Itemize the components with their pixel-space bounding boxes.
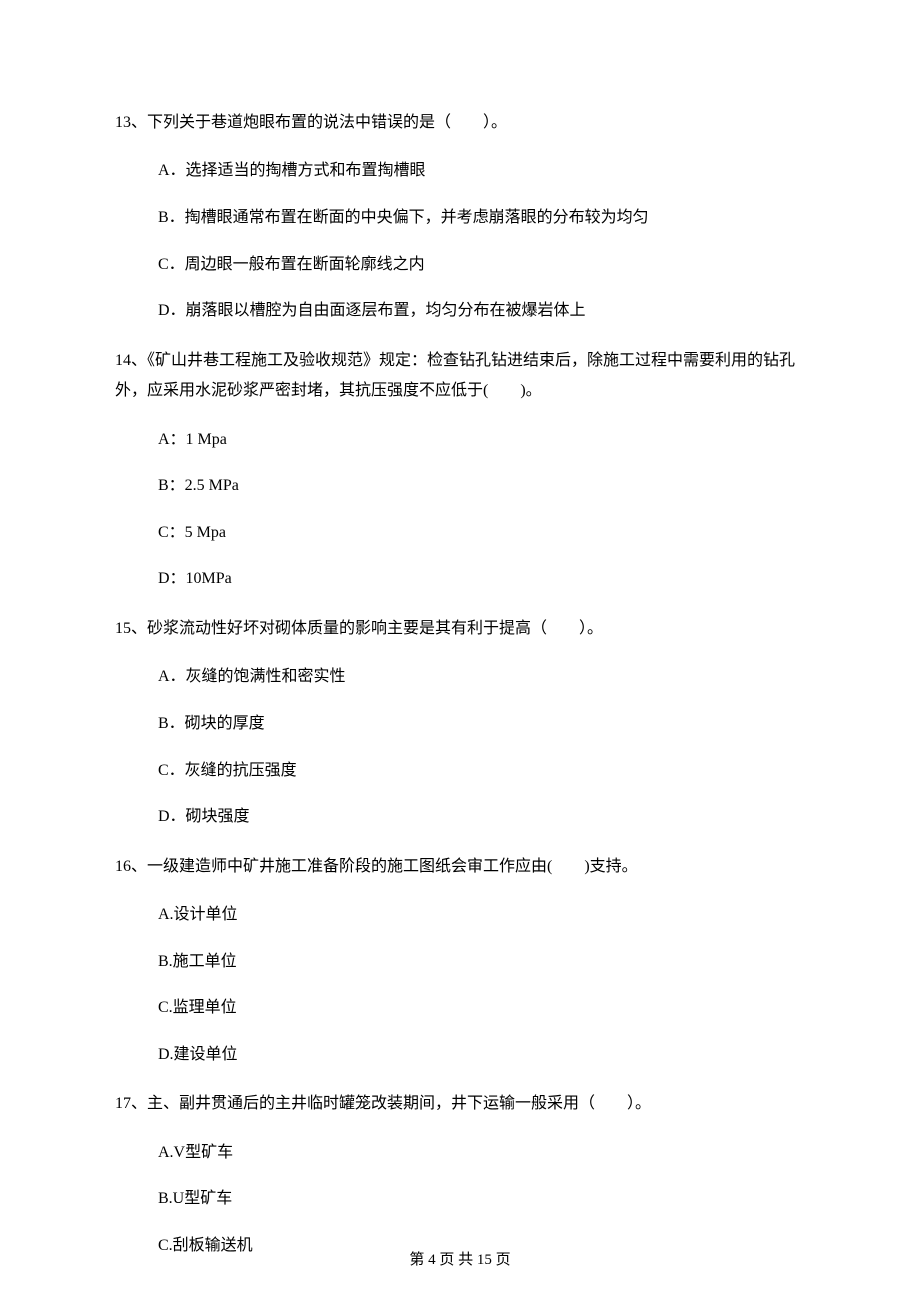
option-b: B.施工单位 — [158, 949, 805, 975]
option-b: B．掏槽眼通常布置在断面的中央偏下，并考虑崩落眼的分布较为均匀 — [158, 205, 805, 231]
option-a: A.V型矿车 — [158, 1140, 805, 1166]
option-a: A．灰缝的饱满性和密实性 — [158, 664, 805, 690]
question-15: 15、砂浆流动性好坏对砌体质量的影响主要是其有利于提高（ ）。 A．灰缝的饱满性… — [115, 614, 805, 830]
question-number: 13、 — [115, 114, 147, 131]
option-d: D．崩落眼以槽腔为自由面逐层布置，均匀分布在被爆岩体上 — [158, 298, 805, 324]
question-body: 砂浆流动性好坏对砌体质量的影响主要是其有利于提高（ ）。 — [147, 620, 603, 637]
option-a: A.设计单位 — [158, 902, 805, 928]
question-text: 16、一级建造师中矿井施工准备阶段的施工图纸会审工作应由( )支持。 — [115, 852, 805, 882]
question-17: 17、主、副井贯通后的主井临时罐笼改装期间，井下运输一般采用（ ）。 A.V型矿… — [115, 1089, 805, 1258]
question-13: 13、下列关于巷道炮眼布置的说法中错误的是（ ）。 A．选择适当的掏槽方式和布置… — [115, 108, 805, 324]
option-d: D.建设单位 — [158, 1042, 805, 1068]
question-text: 17、主、副井贯通后的主井临时罐笼改装期间，井下运输一般采用（ ）。 — [115, 1089, 805, 1119]
option-c: C．周边眼一般布置在断面轮廓线之内 — [158, 252, 805, 278]
option-a: A．选择适当的掏槽方式和布置掏槽眼 — [158, 158, 805, 184]
question-body: 主、副井贯通后的主井临时罐笼改装期间，井下运输一般采用（ ）。 — [147, 1095, 651, 1112]
question-number: 16、 — [115, 858, 147, 875]
option-c: C．灰缝的抗压强度 — [158, 758, 805, 784]
options-list: A.设计单位 B.施工单位 C.监理单位 D.建设单位 — [115, 902, 805, 1067]
question-body: 下列关于巷道炮眼布置的说法中错误的是（ ）。 — [147, 114, 507, 131]
question-number: 15、 — [115, 620, 147, 637]
option-b: B．砌块的厚度 — [158, 711, 805, 737]
question-number: 14、 — [115, 352, 147, 369]
question-body: 《矿山井巷工程施工及验收规范》规定：检查钻孔钻进结束后，除施工过程中需要利用的钻… — [115, 352, 795, 399]
question-text: 13、下列关于巷道炮眼布置的说法中错误的是（ ）。 — [115, 108, 805, 138]
question-14: 14、《矿山井巷工程施工及验收规范》规定：检查钻孔钻进结束后，除施工过程中需要利… — [115, 346, 805, 592]
option-c: C.监理单位 — [158, 995, 805, 1021]
options-list: A．灰缝的饱满性和密实性 B．砌块的厚度 C．灰缝的抗压强度 D．砌块强度 — [115, 664, 805, 829]
option-c: C：5 Mpa — [158, 520, 805, 546]
option-a: A：1 Mpa — [158, 427, 805, 453]
option-b: B：2.5 MPa — [158, 473, 805, 499]
options-list: A．选择适当的掏槽方式和布置掏槽眼 B．掏槽眼通常布置在断面的中央偏下，并考虑崩… — [115, 158, 805, 323]
question-16: 16、一级建造师中矿井施工准备阶段的施工图纸会审工作应由( )支持。 A.设计单… — [115, 852, 805, 1068]
option-b: B.U型矿车 — [158, 1186, 805, 1212]
question-text: 15、砂浆流动性好坏对砌体质量的影响主要是其有利于提高（ ）。 — [115, 614, 805, 644]
question-text: 14、《矿山井巷工程施工及验收规范》规定：检查钻孔钻进结束后，除施工过程中需要利… — [115, 346, 805, 407]
question-body: 一级建造师中矿井施工准备阶段的施工图纸会审工作应由( )支持。 — [147, 858, 638, 875]
page-footer: 第 4 页 共 15 页 — [0, 1248, 920, 1272]
question-number: 17、 — [115, 1095, 147, 1112]
options-list: A：1 Mpa B：2.5 MPa C：5 Mpa D：10MPa — [115, 427, 805, 592]
options-list: A.V型矿车 B.U型矿车 C.刮板输送机 — [115, 1140, 805, 1259]
option-d: D．砌块强度 — [158, 804, 805, 830]
option-d: D：10MPa — [158, 566, 805, 592]
